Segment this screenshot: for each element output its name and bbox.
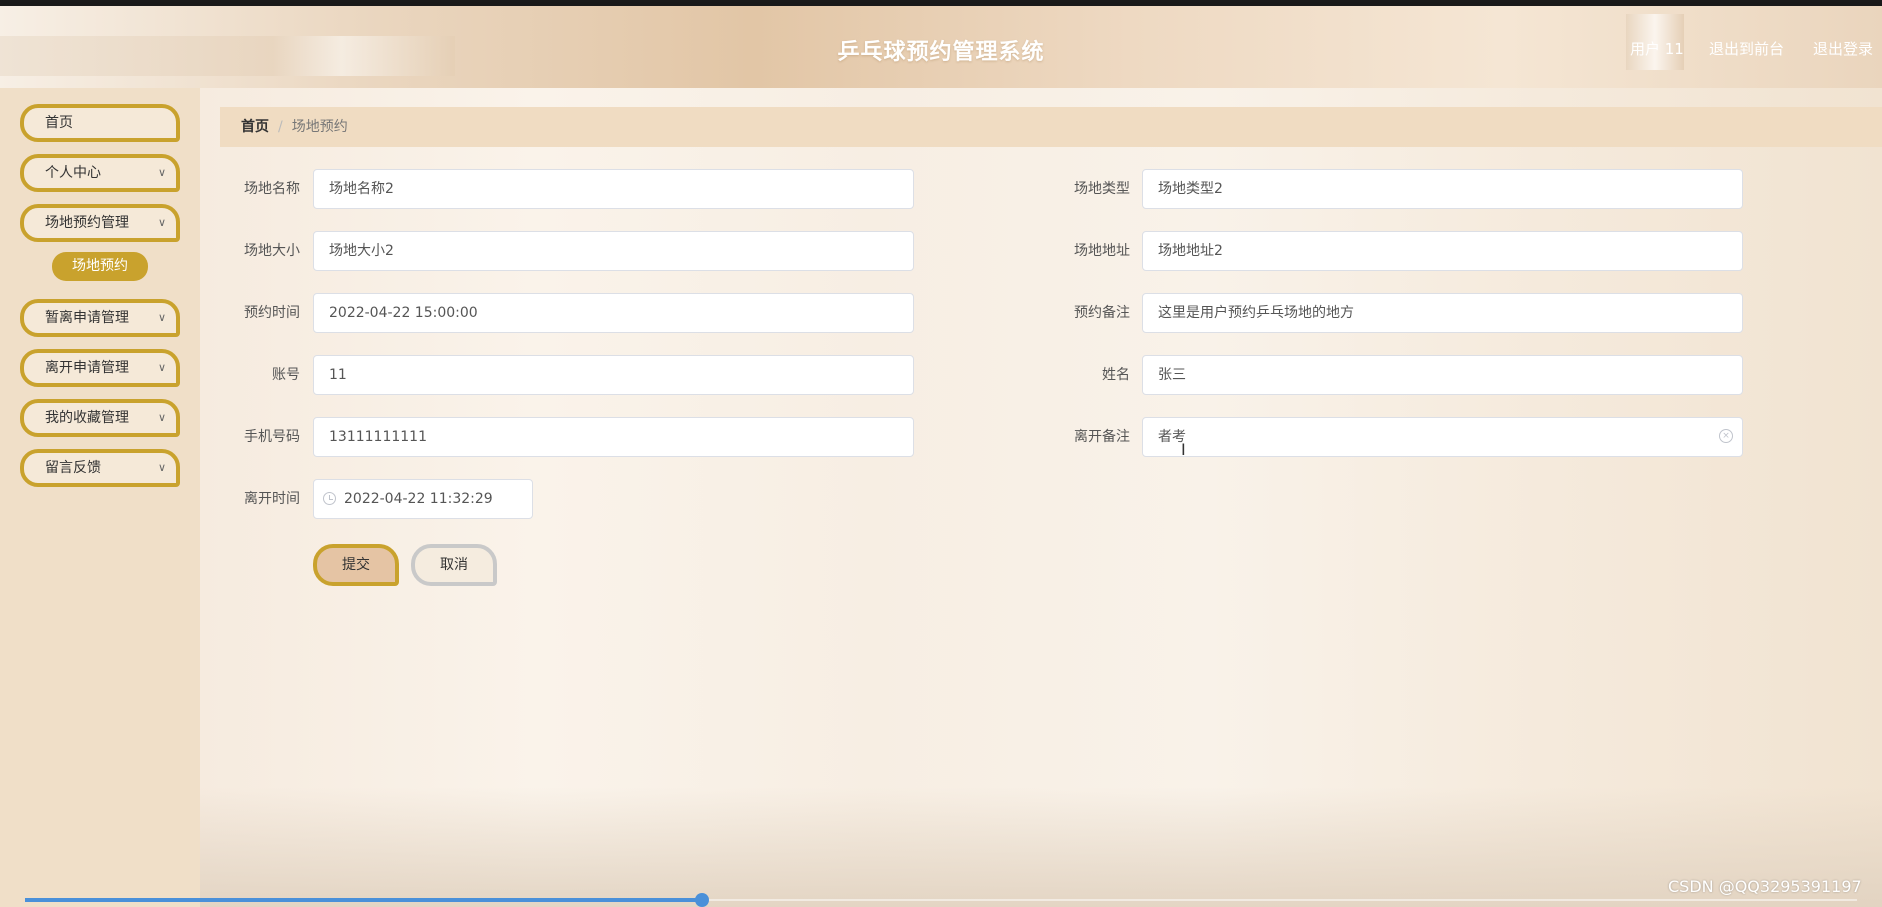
account-field[interactable]: 11 — [313, 355, 914, 395]
clock-icon — [323, 492, 336, 505]
chevron-down-icon: ∨ — [157, 461, 166, 474]
bottom-fade — [200, 787, 1882, 907]
chevron-down-icon: ∨ — [157, 411, 166, 424]
app-title: 乒乓球预约管理系统 — [837, 40, 1045, 65]
sidebar-item-home[interactable]: 首页 — [20, 104, 180, 142]
leave-note-label: 离开备注 — [1074, 429, 1130, 445]
sidebar-item-temp-leave[interactable]: 暂离申请管理 ∨ — [20, 299, 180, 337]
leave-note-wrapper: 者考 × — [1142, 417, 1743, 457]
chevron-down-icon: ∨ — [157, 216, 166, 229]
venue-name-field[interactable]: 场地名称2 — [313, 169, 914, 209]
booking-note-field[interactable]: 这里是用户预约乒乓场地的地方 — [1142, 293, 1743, 333]
booking-time-label: 预约时间 — [244, 305, 300, 321]
app-header: 乒乓球预约管理系统 用户 11 退出到前台 退出登录 — [0, 6, 1882, 88]
cancel-button[interactable]: 取消 — [411, 544, 497, 586]
booking-time-field[interactable]: 2022-04-22 15:00:00 — [313, 293, 914, 333]
venue-size-label: 场地大小 — [244, 243, 300, 259]
sidebar-item-label: 场地预约管理 — [45, 215, 129, 231]
breadcrumb: 首页 / 场地预约 — [220, 107, 1882, 147]
breadcrumb-separator: / — [278, 119, 283, 135]
sidebar-item-label: 个人中心 — [45, 165, 101, 181]
video-progress-fill — [25, 898, 702, 902]
venue-size-field[interactable]: 场地大小2 — [313, 231, 914, 271]
venue-type-label: 场地类型 — [1074, 181, 1130, 197]
venue-address-label: 场地地址 — [1074, 243, 1130, 259]
phone-field[interactable]: 13111111111 — [313, 417, 914, 457]
venue-name-label: 场地名称 — [244, 181, 300, 197]
venue-address-field[interactable]: 场地地址2 — [1142, 231, 1743, 271]
leave-time-field[interactable]: 2022-04-22 11:32:29 — [313, 479, 533, 519]
sidebar-item-label: 我的收藏管理 — [45, 410, 129, 426]
sidebar-item-favorites[interactable]: 我的收藏管理 ∨ — [20, 399, 180, 437]
sidebar-item-feedback[interactable]: 留言反馈 ∨ — [20, 449, 180, 487]
sidebar-item-label: 暂离申请管理 — [45, 310, 129, 326]
current-user: 用户 11 — [1630, 40, 1684, 58]
watermark: CSDN @QQ3295391197 — [1668, 877, 1862, 896]
sidebar-item-personal[interactable]: 个人中心 ∨ — [20, 154, 180, 192]
leave-note-field[interactable]: 者考 — [1142, 417, 1743, 457]
sidebar-item-label: 留言反馈 — [45, 460, 101, 476]
breadcrumb-current: 场地预约 — [291, 119, 348, 135]
name-field[interactable]: 张三 — [1142, 355, 1743, 395]
video-progress-handle[interactable] — [695, 893, 709, 907]
booking-note-label: 预约备注 — [1074, 305, 1130, 321]
logout-link[interactable]: 退出登录 — [1813, 38, 1873, 59]
sidebar-item-label: 离开申请管理 — [45, 360, 129, 376]
back-to-front-link[interactable]: 退出到前台 — [1709, 38, 1784, 59]
chevron-down-icon: ∨ — [157, 311, 166, 324]
sidebar-subitem-venue-booking[interactable]: 场地预约 — [52, 252, 148, 281]
sidebar-item-venue-booking[interactable]: 场地预约管理 ∨ — [20, 204, 180, 242]
sidebar-item-leave[interactable]: 离开申请管理 ∨ — [20, 349, 180, 387]
submit-button[interactable]: 提交 — [313, 544, 399, 586]
sidebar-item-label: 首页 — [45, 115, 73, 131]
leave-time-picker[interactable]: 2022-04-22 11:32:29 — [313, 479, 533, 519]
chevron-down-icon: ∨ — [157, 166, 166, 179]
phone-label: 手机号码 — [244, 429, 300, 445]
chevron-down-icon: ∨ — [157, 361, 166, 374]
venue-type-field[interactable]: 场地类型2 — [1142, 169, 1743, 209]
breadcrumb-home[interactable]: 首页 — [241, 119, 269, 135]
text-cursor-icon: I — [1181, 440, 1186, 459]
name-label: 姓名 — [1102, 367, 1130, 383]
account-label: 账号 — [272, 367, 300, 383]
leave-time-label: 离开时间 — [244, 491, 300, 507]
clear-icon[interactable]: × — [1719, 429, 1733, 443]
